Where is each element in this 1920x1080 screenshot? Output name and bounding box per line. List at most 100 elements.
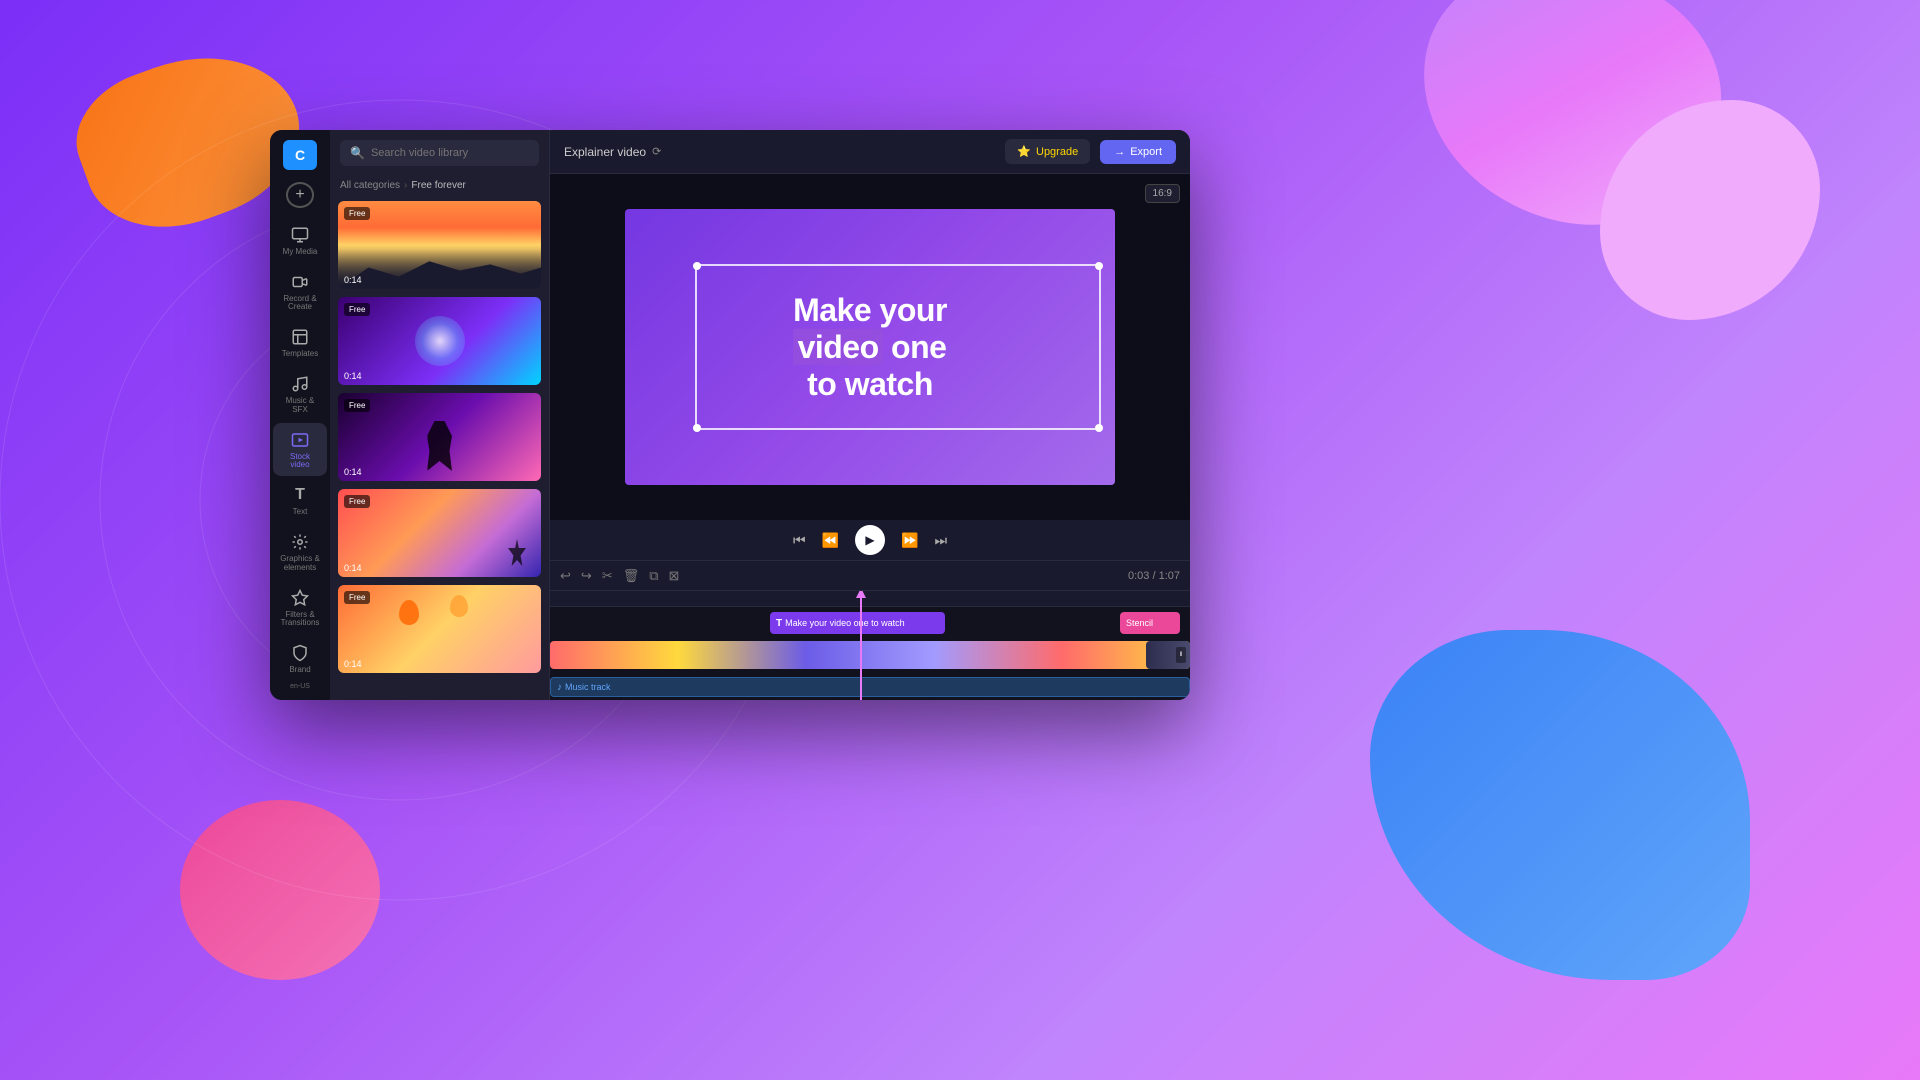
- sidebar-item-label: My Media: [283, 248, 318, 257]
- handle-bottom-right[interactable]: [1095, 424, 1103, 432]
- music-track-row: ♪ Music track: [550, 671, 1190, 700]
- sidebar-item-text[interactable]: T Text: [273, 478, 327, 523]
- text-clip[interactable]: Make your video one to watch: [770, 612, 945, 634]
- video-thumbnail-3[interactable]: Free 0:14: [338, 393, 541, 481]
- app-window: C + My Media Record &Create Templates: [270, 130, 1190, 700]
- duration-label: 0:14: [344, 371, 362, 381]
- filters-icon: [289, 587, 311, 609]
- redo-button[interactable]: ↪: [581, 568, 592, 584]
- handle-top-left[interactable]: [693, 262, 701, 270]
- canvas-line2: video one: [793, 329, 947, 366]
- search-icon: 🔍: [350, 146, 365, 160]
- skip-to-start-button[interactable]: ⏮: [793, 532, 806, 549]
- free-badge: Free: [344, 399, 370, 412]
- video-thumbnail-5[interactable]: Free 0:14: [338, 585, 541, 673]
- stencil-label: Stencil: [1126, 618, 1153, 628]
- undo-button[interactable]: ↩: [560, 568, 571, 584]
- stencil-clip[interactable]: Stencil: [1120, 612, 1180, 634]
- video-clip[interactable]: ‖: [550, 641, 1190, 669]
- video-thumbnail-1[interactable]: Free 0:14: [338, 201, 541, 289]
- music-clip[interactable]: ♪ Music track: [550, 677, 1190, 697]
- brand-icon: [289, 642, 311, 664]
- playback-bar: ⏮ ⏪ ▶ ⏩ ⏭: [550, 520, 1190, 560]
- handle-bottom-left[interactable]: [693, 424, 701, 432]
- breadcrumb-current: Free forever: [411, 180, 465, 191]
- video-clip-2[interactable]: ‖: [1146, 641, 1190, 669]
- project-name: Explainer video ⟳: [564, 145, 661, 159]
- timeline-ruler: [550, 591, 1190, 607]
- upgrade-button[interactable]: ⭐ Upgrade: [1005, 139, 1090, 164]
- editor-main: Explainer video ⟳ ⭐ Upgrade → Export: [550, 130, 1190, 700]
- aspect-ratio-badge[interactable]: 16:9: [1145, 184, 1180, 203]
- sidebar-item-label: Stockvideo: [290, 453, 310, 471]
- add-button[interactable]: +: [286, 182, 314, 207]
- rewind-button[interactable]: ⏪: [822, 532, 839, 549]
- stock-video-icon: [289, 429, 311, 451]
- graphics-icon: [289, 531, 311, 553]
- breadcrumb-arrow: ›: [404, 180, 407, 191]
- fast-forward-button[interactable]: ⏩: [901, 532, 918, 549]
- sidebar-item-label: Record &Create: [283, 295, 316, 313]
- record-icon: [289, 271, 311, 293]
- free-badge: Free: [344, 303, 370, 316]
- text-icon: T: [289, 484, 311, 506]
- delete-button[interactable]: 🗑: [623, 568, 640, 584]
- timeline-tracks: Make your video one to watch Stencil ‖ ‖: [550, 591, 1190, 700]
- video-thumbnail-2[interactable]: Free 0:14: [338, 297, 541, 385]
- video-grid: Free 0:14 Free 0:14 Free 0:14 Free 0:14: [330, 197, 549, 700]
- duration-label: 0:14: [344, 467, 362, 477]
- handle-top-right[interactable]: [1095, 262, 1103, 270]
- music-icon: [289, 373, 311, 395]
- star-icon: ⭐: [1017, 145, 1031, 158]
- free-badge: Free: [344, 207, 370, 220]
- search-input[interactable]: [371, 147, 529, 159]
- preview-area: Make your video one to watch 16:9: [550, 174, 1190, 520]
- search-box[interactable]: 🔍: [340, 140, 539, 166]
- my-media-icon: [289, 224, 311, 246]
- decorative-shape-blue: [1370, 630, 1750, 980]
- export-button[interactable]: → Export: [1100, 140, 1176, 164]
- app-logo: C: [283, 140, 317, 170]
- sidebar-bottom: en-US: [290, 683, 310, 690]
- sidebar-item-record[interactable]: Record &Create: [273, 265, 327, 319]
- music-track-label: Music track: [565, 682, 611, 692]
- stock-video-panel: 🔍 All categories › Free forever Free 0:1…: [330, 130, 550, 700]
- play-button[interactable]: ▶: [855, 525, 885, 555]
- sidebar-item-my-media[interactable]: My Media: [273, 218, 327, 263]
- skip-to-end-button[interactable]: ⏭: [934, 532, 947, 549]
- timeline-time: 0:03 / 1:07: [1128, 570, 1180, 582]
- breadcrumb-root[interactable]: All categories: [340, 180, 400, 191]
- video-track-row: ‖ ‖: [550, 639, 1190, 671]
- free-badge: Free: [344, 495, 370, 508]
- sidebar-item-label: Text: [293, 508, 308, 517]
- duplicate-button[interactable]: ⧉: [649, 568, 658, 584]
- templates-icon: [289, 326, 311, 348]
- sidebar-item-stock-video[interactable]: Stockvideo: [273, 423, 327, 477]
- video-thumbnail-4[interactable]: Free 0:14: [338, 489, 541, 577]
- duration-label: 0:14: [344, 563, 362, 573]
- canvas-line1: Make your: [793, 292, 947, 329]
- cut-button[interactable]: ✂: [602, 568, 613, 584]
- arrow-right-icon: →: [1114, 146, 1125, 158]
- decorative-shape-pink-right: [1600, 100, 1820, 320]
- sidebar-item-label: Filters &Transitions: [281, 611, 320, 629]
- sidebar-item-graphics[interactable]: Graphics &elements: [273, 525, 327, 579]
- text-track-row: Make your video one to watch Stencil: [550, 607, 1190, 639]
- decorative-shape-pink-top: [1393, 0, 1747, 255]
- decorative-shape-pink-bottom: [180, 800, 380, 980]
- sidebar-item-templates[interactable]: Templates: [273, 320, 327, 365]
- music-icon: ♪: [557, 682, 562, 693]
- playhead[interactable]: [860, 591, 862, 700]
- sidebar-item-music[interactable]: Music & SFX: [273, 367, 327, 421]
- language-label: en-US: [290, 683, 310, 690]
- sidebar-item-filters[interactable]: Filters &Transitions: [273, 581, 327, 635]
- timeline-toolbar: ↩ ↪ ✂ 🗑 ⧉ ⊠ 0:03 / 1:07: [550, 561, 1190, 591]
- topbar: Explainer video ⟳ ⭐ Upgrade → Export: [550, 130, 1190, 174]
- sidebar-item-label: Graphics &elements: [280, 555, 320, 573]
- canvas-text: Make your video one to watch: [793, 292, 947, 402]
- sidebar-item-label: Music & SFX: [277, 397, 323, 415]
- timeline: ↩ ↪ ✂ 🗑 ⧉ ⊠ 0:03 / 1:07 Make your vid: [550, 560, 1190, 700]
- split-button[interactable]: ⊠: [669, 568, 680, 584]
- sidebar-item-brand[interactable]: Brand: [273, 636, 327, 681]
- duration-label: 0:14: [344, 275, 362, 285]
